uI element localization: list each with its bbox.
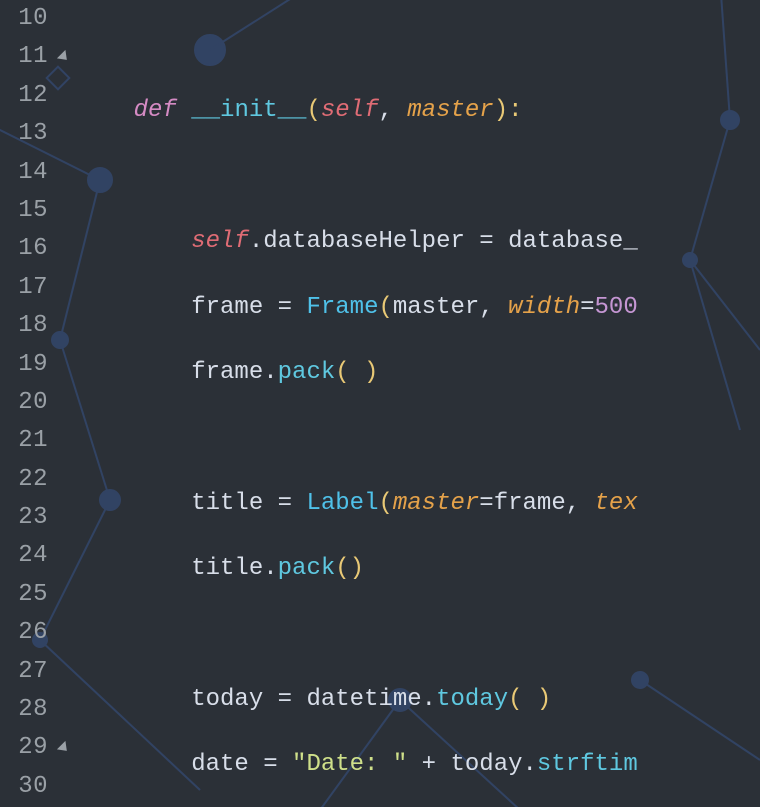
fold-column	[58, 0, 76, 807]
code-line[interactable]: def __init__(self, master):	[76, 92, 760, 130]
code-line[interactable]: title = Label(master=frame, tex	[76, 485, 760, 523]
line-number: 15	[0, 192, 58, 230]
line-number: 18	[0, 307, 58, 345]
line-number: 11	[0, 38, 58, 76]
code-line[interactable]: frame = Frame(master, width=500	[76, 289, 760, 327]
line-number: 24	[0, 537, 58, 575]
code-line[interactable]	[76, 158, 760, 196]
line-number: 13	[0, 115, 58, 153]
line-number: 19	[0, 346, 58, 384]
line-number: 27	[0, 653, 58, 691]
line-number: 17	[0, 269, 58, 307]
chevron-down-icon[interactable]	[57, 50, 71, 64]
line-number: 23	[0, 499, 58, 537]
line-number: 22	[0, 461, 58, 499]
code-line[interactable]: frame.pack( )	[76, 354, 760, 392]
code-line[interactable]	[76, 616, 760, 654]
code-line[interactable]: title.pack()	[76, 550, 760, 588]
line-number: 26	[0, 614, 58, 652]
line-number: 30	[0, 768, 58, 806]
code-area[interactable]: def __init__(self, master): self.databas…	[76, 0, 760, 807]
line-number: 21	[0, 422, 58, 460]
code-editor[interactable]: 10 11 12 13 14 15 16 17 18 19 20 21 22 2…	[0, 0, 760, 807]
line-number: 12	[0, 77, 58, 115]
code-line[interactable]: date = "Date: " + today.strftim	[76, 746, 760, 784]
line-number: 16	[0, 230, 58, 268]
line-number-gutter: 10 11 12 13 14 15 16 17 18 19 20 21 22 2…	[0, 0, 58, 807]
line-number: 20	[0, 384, 58, 422]
code-line[interactable]	[76, 419, 760, 457]
line-number: 28	[0, 691, 58, 729]
line-number: 14	[0, 154, 58, 192]
code-line[interactable]: self.databaseHelper = database_	[76, 223, 760, 261]
line-number: 25	[0, 576, 58, 614]
code-line[interactable]: today = datetime.today( )	[76, 681, 760, 719]
line-number: 10	[0, 0, 58, 38]
chevron-down-icon[interactable]	[57, 741, 71, 755]
line-number: 29	[0, 729, 58, 767]
code-line[interactable]	[76, 27, 760, 65]
